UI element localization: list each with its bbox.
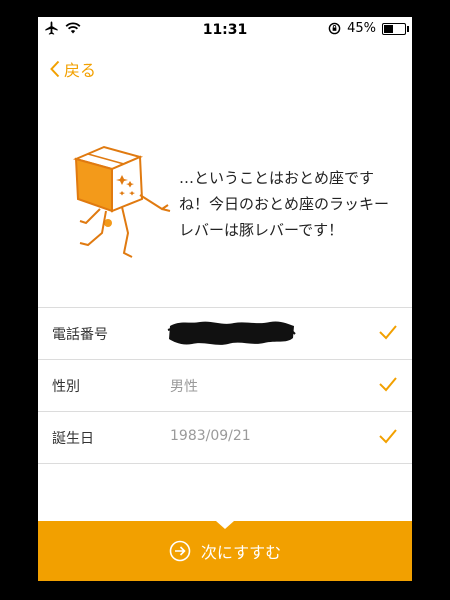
gender-value: 男性	[170, 379, 198, 395]
status-right: 45%	[328, 21, 409, 36]
battery-icon	[382, 22, 409, 35]
checkmark-icon	[379, 325, 397, 340]
phone-row[interactable]: 電話番号	[38, 308, 412, 360]
box-mascot-illustration	[72, 145, 171, 258]
birthday-row[interactable]: 誕生日 1983/09/21	[38, 412, 412, 464]
profile-form: 電話番号 性別 男性 誕生日 1983/09/21	[38, 307, 412, 464]
app-screen: 11:31 45% 戻る …ということはおとめ座ですね！今日のおとめ座のラッキー…	[38, 17, 412, 581]
orientation-lock-icon	[328, 22, 341, 35]
next-button[interactable]: 次にすすむ	[38, 521, 412, 581]
phone-label: 電話番号	[52, 327, 108, 343]
back-label: 戻る	[64, 61, 97, 80]
chevron-left-icon	[50, 60, 60, 78]
gender-label: 性別	[52, 379, 80, 395]
battery-percent: 45%	[347, 21, 376, 36]
checkmark-icon	[379, 377, 397, 392]
gender-row[interactable]: 性別 男性	[38, 360, 412, 412]
checkmark-icon	[379, 429, 397, 444]
battery-fill	[384, 24, 393, 33]
birthday-label: 誕生日	[52, 431, 94, 447]
status-bar: 11:31 45%	[38, 17, 412, 43]
birthday-value: 1983/09/21	[170, 428, 251, 444]
arrow-right-circle-icon	[169, 540, 191, 562]
back-button[interactable]: 戻る	[50, 57, 96, 81]
redacted-phone-number	[167, 321, 296, 345]
next-button-label: 次にすすむ	[200, 543, 282, 562]
mascot-message: …ということはおとめ座ですね！今日のおとめ座のラッキーレバーは豚レバーです！	[179, 169, 390, 239]
